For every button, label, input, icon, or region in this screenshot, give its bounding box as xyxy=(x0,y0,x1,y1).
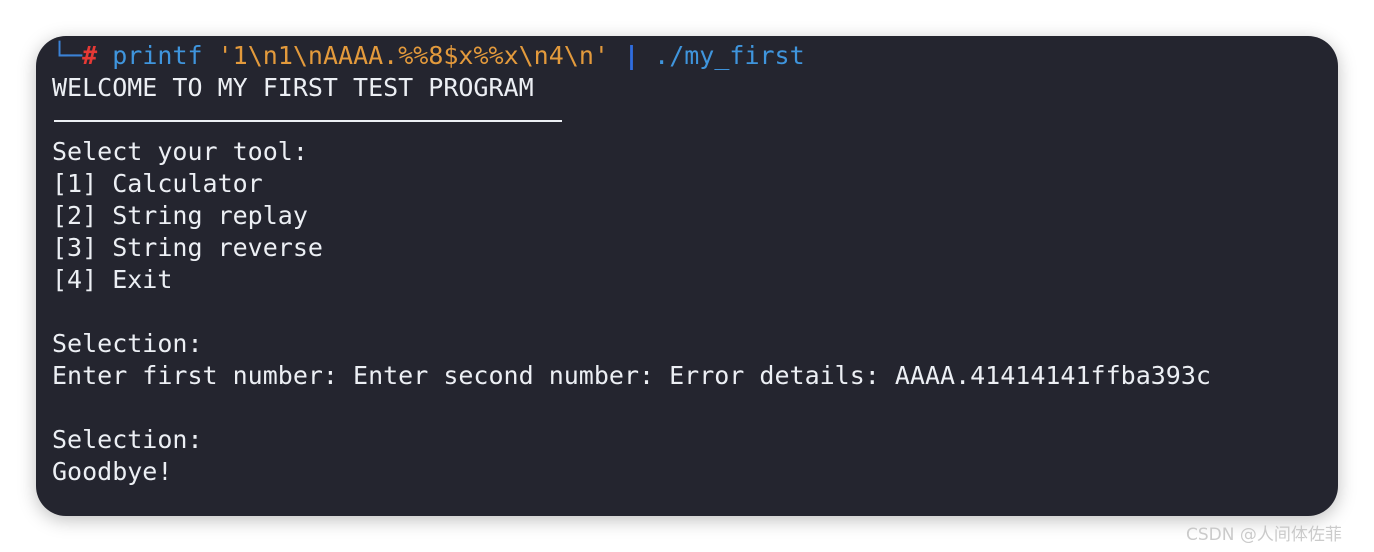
output-line: Selection: xyxy=(52,425,203,454)
output-line: [1] Calculator xyxy=(52,169,263,198)
pipe-symbol: | xyxy=(624,41,640,70)
command-argument: '1\n1\nAAAA.%%8$x%%x\n4\n' xyxy=(217,41,609,70)
output-line: Selection: xyxy=(52,329,203,358)
output-line: [3] String reverse xyxy=(52,233,323,262)
terminal-output: └─# printf '1\n1\nAAAA.%%8$x%%x\n4\n' | … xyxy=(52,40,1211,488)
separator-rule xyxy=(54,120,562,122)
command-target: ./my_first xyxy=(654,41,805,70)
output-line: [2] String replay xyxy=(52,201,308,230)
command-line: └─# printf '1\n1\nAAAA.%%8$x%%x\n4\n' | … xyxy=(52,40,1211,72)
command-name: printf xyxy=(112,41,203,70)
output-line: Select your tool: xyxy=(52,137,308,166)
watermark: CSDN @人间体佐菲 xyxy=(1186,525,1342,545)
output-line: Goodbye! xyxy=(52,457,173,486)
prompt-symbol: # xyxy=(82,41,98,70)
output-line: [4] Exit xyxy=(52,265,173,294)
output-line: Enter first number: Enter second number:… xyxy=(52,361,1211,390)
prompt-corner: └─ xyxy=(52,41,83,70)
output-line: WELCOME TO MY FIRST TEST PROGRAM xyxy=(52,73,534,102)
terminal-window[interactable]: └─# printf '1\n1\nAAAA.%%8$x%%x\n4\n' | … xyxy=(36,36,1338,516)
